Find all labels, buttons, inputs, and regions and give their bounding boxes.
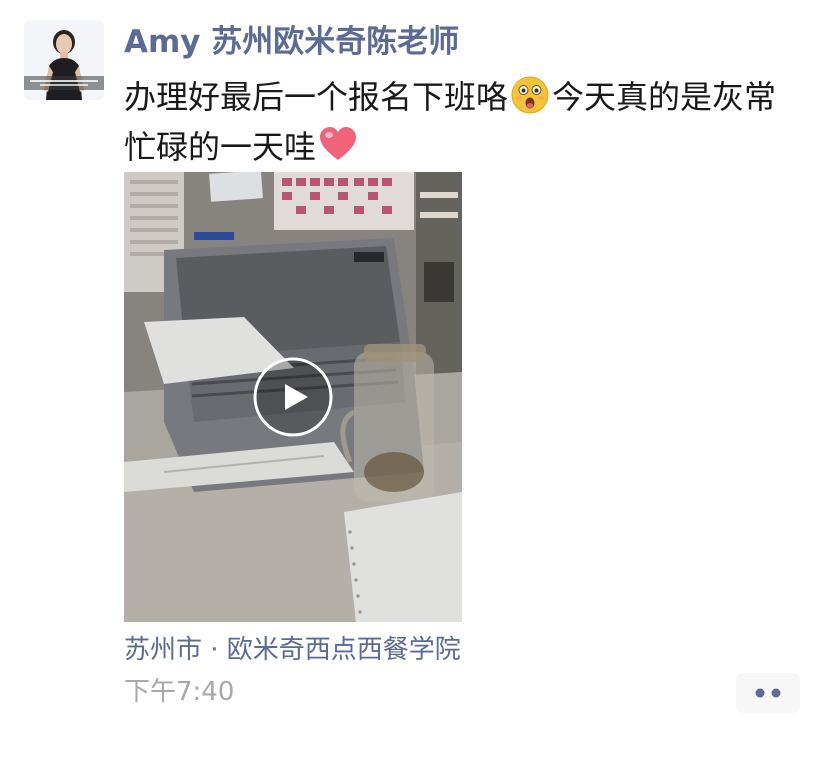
more-actions-button[interactable]	[736, 673, 800, 713]
post-text-part-1: 办理好最后一个报名下班咯	[124, 78, 509, 116]
heart-icon	[318, 125, 358, 165]
more-dots-icon	[755, 688, 781, 698]
location-link[interactable]: 苏州市 · 欧米奇西点西餐学院	[124, 632, 461, 668]
post-text: 办理好最后一个报名下班咯 今天真的是灰常忙碌的一天哇	[124, 72, 804, 172]
avatar[interactable]	[24, 20, 104, 100]
astonished-face-icon	[510, 75, 550, 115]
video-thumbnail[interactable]	[124, 172, 462, 622]
play-icon	[253, 357, 333, 437]
play-button[interactable]	[253, 357, 333, 437]
post-timestamp: 下午7:40	[124, 677, 235, 707]
author-name[interactable]: Amy 苏州欧米奇陈老师	[124, 22, 459, 62]
moments-post: Amy 苏州欧米奇陈老师 办理好最后一个报名下班咯 今天真的是灰常忙碌的一天哇	[0, 0, 828, 760]
